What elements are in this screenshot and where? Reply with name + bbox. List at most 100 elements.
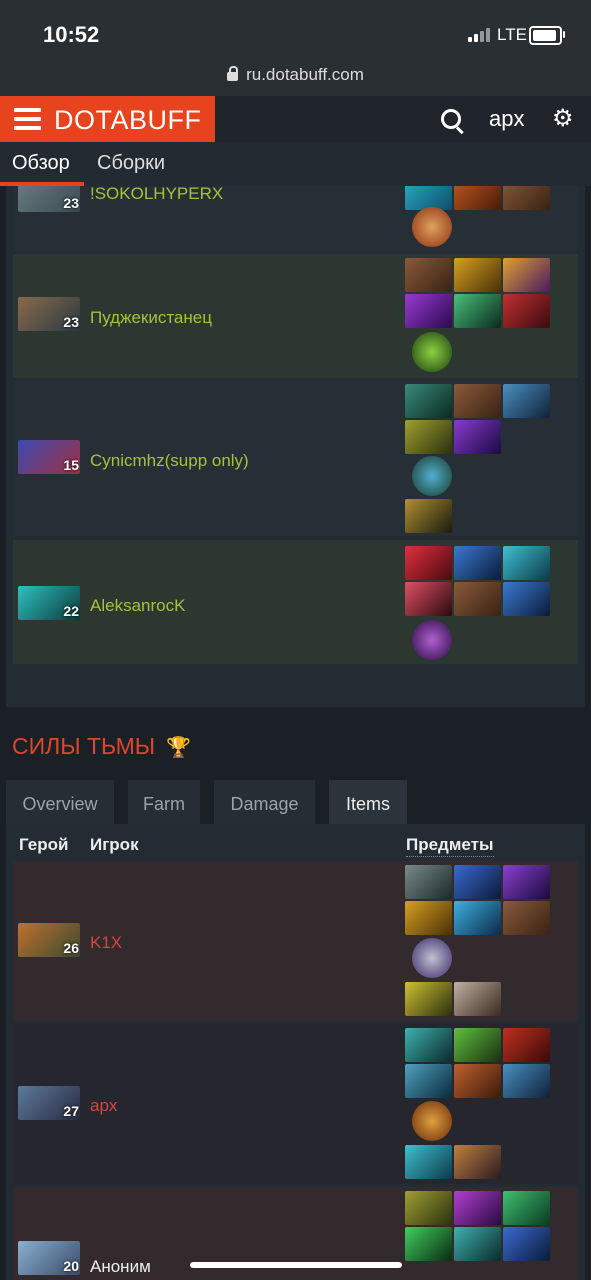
item-icon[interactable]: [503, 1191, 550, 1225]
item-icon[interactable]: [405, 420, 452, 454]
item-icon[interactable]: [405, 1064, 452, 1098]
item-icon[interactable]: [503, 546, 550, 580]
search-icon[interactable]: [441, 109, 461, 129]
player-name[interactable]: apx: [90, 1096, 117, 1116]
item-icon[interactable]: [454, 258, 501, 292]
hero-portrait[interactable]: 15: [18, 440, 80, 474]
logo-text: DOTABUFF: [54, 105, 202, 135]
table-row[interactable]: 22 AleksanrocK: [13, 540, 578, 664]
tab-farm[interactable]: Farm: [128, 780, 200, 824]
logo-button[interactable]: DOTABUFF: [0, 96, 215, 142]
item-icon[interactable]: [412, 332, 452, 372]
item-icon[interactable]: [405, 499, 452, 533]
item-icon[interactable]: [503, 582, 550, 616]
item-icon[interactable]: [503, 1227, 550, 1261]
tab-overview[interactable]: Обзор: [12, 152, 70, 175]
address-bar[interactable]: ru.dotabuff.com: [0, 58, 591, 96]
item-icon[interactable]: [454, 186, 501, 210]
hero-portrait[interactable]: 26: [18, 923, 80, 957]
item-icon[interactable]: [405, 1145, 452, 1179]
item-icon[interactable]: [412, 1101, 452, 1141]
item-icon[interactable]: [503, 1064, 550, 1098]
item-icon[interactable]: [405, 546, 452, 580]
hero-level: 23: [63, 195, 79, 211]
table-row[interactable]: 23 !SOKOLHYPERX: [13, 186, 578, 251]
item-icon[interactable]: [454, 1145, 501, 1179]
item-icon[interactable]: [454, 546, 501, 580]
item-icon[interactable]: [454, 1028, 501, 1062]
hero-portrait[interactable]: 22: [18, 586, 80, 620]
item-icon[interactable]: [405, 1191, 452, 1225]
hero-level: 27: [63, 1103, 79, 1119]
item-icon[interactable]: [412, 620, 452, 660]
item-icon[interactable]: [454, 582, 501, 616]
player-name[interactable]: Cynicmhz(supp only): [90, 451, 249, 471]
hero-level: 20: [63, 1258, 79, 1274]
item-icon[interactable]: [454, 1227, 501, 1261]
item-icon[interactable]: [454, 982, 501, 1016]
home-indicator[interactable]: [190, 1262, 402, 1268]
item-icon[interactable]: [454, 1191, 501, 1225]
item-icon[interactable]: [405, 294, 452, 328]
hero-portrait[interactable]: 23: [18, 297, 80, 331]
user-menu[interactable]: apx: [489, 106, 524, 132]
item-icon[interactable]: [412, 456, 452, 496]
signal-icon: [468, 28, 490, 42]
player-name[interactable]: !SOKOLHYPERX: [90, 186, 223, 204]
item-icon[interactable]: [503, 294, 550, 328]
hero-level: 26: [63, 940, 79, 956]
table-row[interactable]: 23 Пуджекистанец: [13, 254, 578, 378]
hero-level: 22: [63, 603, 79, 619]
item-icon[interactable]: [503, 1028, 550, 1062]
tab-items[interactable]: Items: [329, 780, 407, 824]
player-name[interactable]: Аноним: [90, 1257, 151, 1277]
item-icon[interactable]: [454, 384, 501, 418]
item-icon[interactable]: [405, 901, 452, 935]
item-icon[interactable]: [503, 384, 550, 418]
tab-damage[interactable]: Damage: [214, 780, 315, 824]
item-icon[interactable]: [503, 865, 550, 899]
item-icon[interactable]: [503, 186, 550, 210]
hero-portrait[interactable]: 27: [18, 1086, 80, 1120]
table-row[interactable]: 27 apx: [13, 1024, 578, 1184]
item-icon[interactable]: [405, 982, 452, 1016]
column-hero: Герой: [19, 835, 69, 854]
item-icon[interactable]: [454, 901, 501, 935]
tab-overview-dire[interactable]: Overview: [6, 780, 114, 824]
hero-level: 23: [63, 314, 79, 330]
item-icon[interactable]: [405, 1028, 452, 1062]
item-icon[interactable]: [405, 1227, 452, 1261]
battery-icon: [529, 26, 562, 45]
column-items[interactable]: Предметы: [406, 835, 494, 857]
dire-title: СИЛЫ ТЬМЫ: [12, 733, 156, 759]
hero-level: 15: [63, 457, 79, 473]
gear-icon[interactable]: ⚙: [552, 107, 574, 131]
table-row[interactable]: 26 K1X: [13, 861, 578, 1021]
table-row[interactable]: 15 Cynicmhz(supp only): [13, 381, 578, 536]
hero-portrait[interactable]: 20: [18, 1241, 80, 1275]
column-player: Игрок: [90, 835, 139, 854]
item-icon[interactable]: [405, 258, 452, 292]
item-icon[interactable]: [412, 938, 452, 978]
player-name[interactable]: AleksanrocK: [90, 596, 185, 616]
tab-builds[interactable]: Сборки: [97, 152, 165, 175]
hero-portrait[interactable]: 23: [18, 186, 80, 212]
menu-icon[interactable]: [14, 108, 41, 135]
item-icon[interactable]: [503, 901, 550, 935]
item-icon[interactable]: [405, 384, 452, 418]
item-icon[interactable]: [412, 207, 452, 247]
item-icon[interactable]: [405, 582, 452, 616]
player-name[interactable]: K1X: [90, 933, 122, 953]
item-icon[interactable]: [405, 865, 452, 899]
item-icon[interactable]: [503, 258, 550, 292]
item-icon[interactable]: [454, 865, 501, 899]
item-icon[interactable]: [454, 294, 501, 328]
player-name[interactable]: Пуджекистанец: [90, 308, 212, 328]
item-icon[interactable]: [454, 420, 501, 454]
status-bar: 10:52 LTE: [0, 0, 591, 58]
item-icon[interactable]: [454, 1064, 501, 1098]
match-content: 23 !SOKOLHYPERX 23 Пуджекистанец 15 Cyni…: [0, 186, 591, 1280]
battery-tip: [563, 31, 565, 38]
trophy-icon: 🏆: [166, 737, 191, 759]
lock-icon: [227, 66, 239, 81]
